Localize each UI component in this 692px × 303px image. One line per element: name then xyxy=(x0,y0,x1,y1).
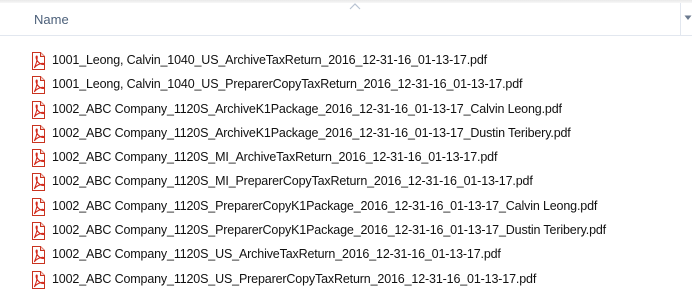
pdf-icon xyxy=(32,100,45,119)
file-name: 1002_ABC Company_1120S_MI_ArchiveTaxRetu… xyxy=(52,150,498,165)
file-name: 1001_Leong, Calvin_1040_US_ArchiveTaxRet… xyxy=(52,53,487,67)
file-list-item[interactable]: 1001_Leong, Calvin_1040_US_ArchiveTaxRet… xyxy=(0,50,692,74)
pdf-icon xyxy=(32,149,45,168)
column-header-bar: Name xyxy=(0,3,692,36)
file-list-item[interactable]: 1002_ABC Company_1120S_MI_PreparerCopyTa… xyxy=(0,171,692,195)
pdf-icon xyxy=(32,52,45,70)
file-name: 1002_ABC Company_1120S_PreparerCopyK1Pac… xyxy=(52,223,606,238)
file-name: 1002_ABC Company_1120S_ArchiveK1Package_… xyxy=(52,125,571,140)
file-list-item[interactable]: 1002_ABC Company_1120S_ArchiveK1Package_… xyxy=(0,123,692,147)
file-list-item[interactable]: 1001_Leong, Calvin_1040_US_PreparerCopyT… xyxy=(0,74,692,98)
file-list-item[interactable]: 1002_ABC Company_1120S_PreparerCopyK1Pac… xyxy=(0,196,692,220)
pdf-icon xyxy=(32,197,45,216)
column-divider[interactable] xyxy=(680,3,681,35)
pdf-icon xyxy=(32,270,45,289)
pdf-icon xyxy=(32,173,45,192)
sort-ascending-icon xyxy=(349,3,361,10)
file-list-item[interactable]: 1002_ABC Company_1120S_PreparerCopyK1Pac… xyxy=(0,220,692,244)
file-list-item[interactable]: 1002_ABC Company_1120S_US_PreparerCopyTa… xyxy=(0,269,692,293)
file-list-item[interactable]: 1002_ABC Company_1120S_US_ArchiveTaxRetu… xyxy=(0,244,692,268)
file-name: 1002_ABC Company_1120S_US_ArchiveTaxRetu… xyxy=(52,247,501,262)
pdf-icon xyxy=(32,246,45,265)
file-list: 1001_Leong, Calvin_1040_US_ArchiveTaxRet… xyxy=(0,50,692,293)
pdf-icon xyxy=(32,222,45,241)
file-name: 1002_ABC Company_1120S_PreparerCopyK1Pac… xyxy=(52,198,598,213)
file-name: 1002_ABC Company_1120S_MI_PreparerCopyTa… xyxy=(52,174,533,189)
chevron-down-icon[interactable] xyxy=(684,15,692,21)
pdf-icon xyxy=(32,76,45,95)
file-name: 1002_ABC Company_1120S_ArchiveK1Package_… xyxy=(52,101,562,116)
file-name: 1001_Leong, Calvin_1040_US_PreparerCopyT… xyxy=(52,77,523,92)
column-header-name[interactable]: Name xyxy=(34,12,69,27)
file-list-item[interactable]: 1002_ABC Company_1120S_MI_ArchiveTaxRetu… xyxy=(0,147,692,171)
pdf-icon xyxy=(32,124,45,143)
file-name: 1002_ABC Company_1120S_US_PreparerCopyTa… xyxy=(52,271,537,286)
file-list-item[interactable]: 1002_ABC Company_1120S_ArchiveK1Package_… xyxy=(0,99,692,123)
